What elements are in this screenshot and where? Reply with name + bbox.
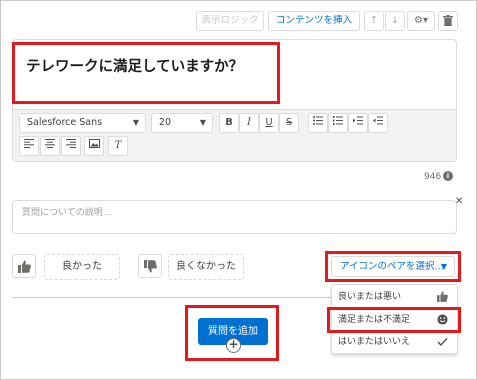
move-up-icon[interactable]: ↑: [364, 11, 384, 31]
align-right-icon[interactable]: [61, 136, 81, 156]
close-icon[interactable]: ✕: [455, 196, 463, 207]
underline-button[interactable]: U: [259, 113, 279, 133]
thumbs-down-icon: [144, 260, 157, 273]
font-family-select[interactable]: Salesforce Sans ▼: [19, 113, 146, 133]
trash-icon[interactable]: [438, 11, 458, 31]
thumbs-down-icon-button[interactable]: [138, 254, 162, 278]
bullet-list-icon[interactable]: [308, 113, 328, 133]
dropdown-item-label: はいまたはいいえ: [338, 337, 411, 347]
indent-icon[interactable]: [348, 113, 368, 133]
bold-button[interactable]: B: [219, 113, 239, 133]
description-placeholder: 質問についての説明...: [22, 208, 112, 218]
insert-content-button[interactable]: コンテンツを挿入: [268, 11, 360, 31]
outdent-icon[interactable]: [368, 113, 388, 133]
thumbs-up-icon: [437, 291, 448, 302]
answer-negative[interactable]: 良くなかった: [168, 254, 244, 280]
icon-pair-highlight-box: [325, 251, 461, 282]
display-logic-button[interactable]: 表示ロジック: [196, 11, 264, 31]
font-size-select[interactable]: 20 ▼: [151, 113, 213, 133]
character-count: 946: [424, 172, 442, 182]
numbered-list-icon[interactable]: [328, 113, 348, 133]
dropdown-item-yes-no[interactable]: はいまたはいいえ: [331, 331, 458, 353]
image-icon[interactable]: [84, 136, 104, 156]
strikethrough-button[interactable]: S: [279, 113, 299, 133]
thumbs-up-icon: [18, 260, 31, 273]
answer-positive[interactable]: 良かった: [44, 254, 120, 280]
gear-icon[interactable]: ⚙▾: [407, 11, 435, 31]
font-size-value: 20: [159, 117, 172, 128]
checkmark-icon: [437, 337, 448, 346]
thumbs-up-icon-button[interactable]: [12, 254, 36, 278]
align-left-icon[interactable]: [19, 136, 39, 156]
move-down-icon[interactable]: ↓: [385, 11, 405, 31]
dropdown-item-label: 良いまたは悪い: [338, 292, 402, 302]
italic-button[interactable]: I: [239, 113, 259, 133]
satisfied-highlight-box: [327, 307, 461, 333]
chevron-down-icon: ▼: [199, 118, 206, 127]
dropdown-item-good-bad[interactable]: 良いまたは悪い: [331, 286, 458, 308]
chevron-down-icon: ▼: [132, 118, 139, 127]
align-center-icon[interactable]: [40, 136, 60, 156]
add-question-highlight-box: [185, 305, 279, 361]
font-family-value: Salesforce Sans: [27, 117, 103, 128]
question-highlight-box: [12, 42, 280, 104]
clear-format-button[interactable]: T: [108, 136, 128, 156]
info-icon[interactable]: i: [443, 171, 453, 181]
